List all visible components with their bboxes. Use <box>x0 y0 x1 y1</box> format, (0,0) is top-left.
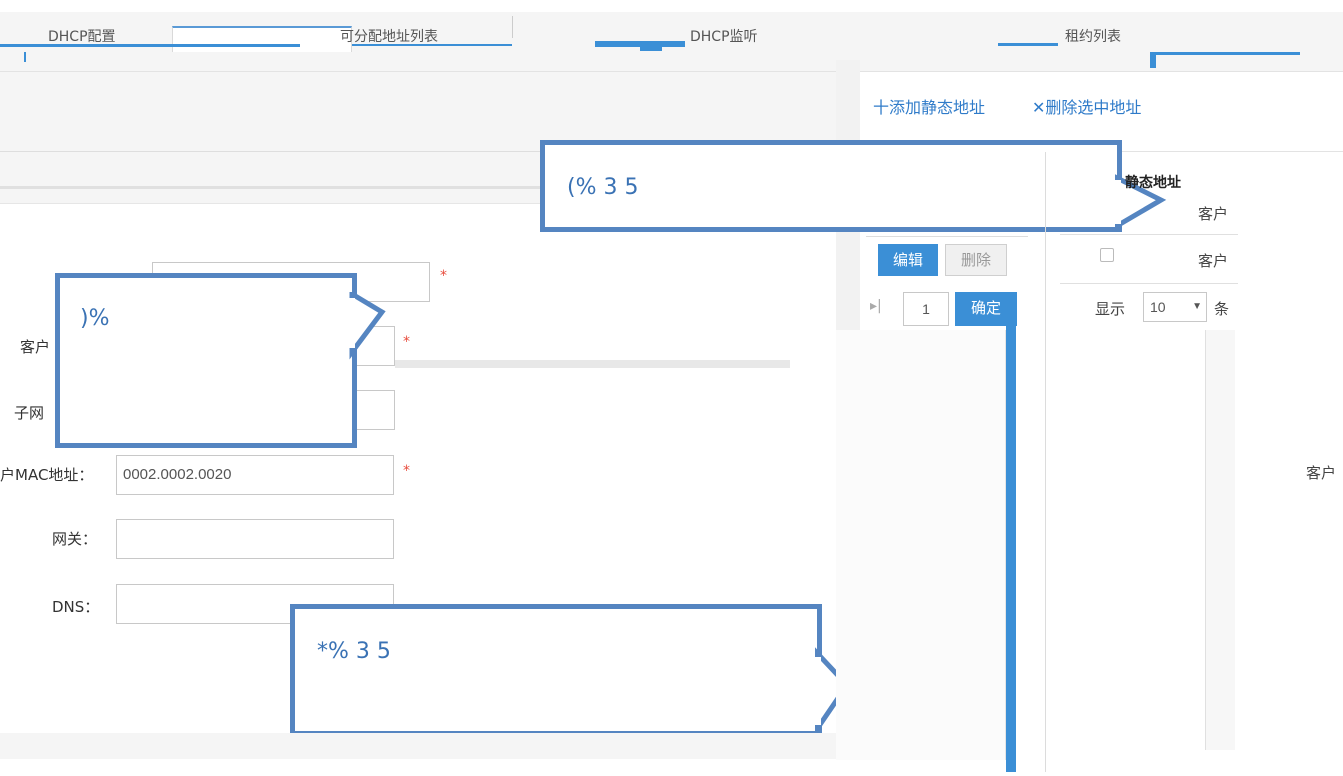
required-mark: * <box>403 463 410 479</box>
divider <box>866 236 1028 237</box>
mac-label: 户MAC地址： <box>0 466 94 484</box>
list-panel <box>836 330 1006 760</box>
add-static-address-link[interactable]: 十添加静态地址 <box>873 94 985 118</box>
glitch-line <box>395 360 790 368</box>
subnet-label: 子网 <box>14 404 45 422</box>
far-right-client-label: 客户 <box>1306 464 1337 482</box>
glitch-line <box>640 41 662 51</box>
edit-button[interactable]: 编辑 <box>878 244 938 276</box>
callout-box: )% <box>55 273 357 448</box>
dns-label: DNS： <box>52 598 100 616</box>
table-divider <box>1060 283 1240 284</box>
page-number-input[interactable]: 1 <box>903 292 949 326</box>
tab-dhcp-snooping[interactable]: DHCP监听 <box>690 26 758 52</box>
column-header-client: 客户 <box>1198 205 1229 223</box>
callout-box: *% 3 5 <box>290 604 822 736</box>
table-divider <box>1060 234 1240 235</box>
row-client-cell: 客户 <box>1198 252 1229 270</box>
footer-band <box>0 733 836 759</box>
show-label: 显示 <box>1095 300 1126 318</box>
tab-lease-list[interactable]: 租约列表 <box>1065 26 1121 52</box>
tab-assignable-list[interactable]: 可分配地址列表 <box>340 26 438 52</box>
required-mark: * <box>403 334 410 350</box>
confirm-button[interactable]: 确定 <box>955 292 1017 326</box>
delete-button[interactable]: 删除 <box>945 244 1007 276</box>
subnet-input[interactable] <box>355 390 395 430</box>
glitch-line <box>1150 52 1156 68</box>
tab-dhcp-config[interactable]: DHCP配置 <box>48 26 116 52</box>
callout-text: )% <box>80 306 110 331</box>
right-gutter <box>1205 330 1235 750</box>
glitch-line <box>1150 52 1300 55</box>
mac-address-input[interactable]: 0002.0002.0020 <box>116 455 394 495</box>
callout-text: *% 3 5 <box>317 639 391 664</box>
delete-selected-link[interactable]: ✕删除选中地址 <box>1032 94 1141 118</box>
gateway-label: 网关： <box>52 530 98 548</box>
table-blank <box>1238 186 1343 351</box>
per-page-label: 条 <box>1214 300 1230 318</box>
page-size-select[interactable]: 10 ▼ <box>1143 292 1207 322</box>
glitch-line <box>998 43 1058 46</box>
panel-border <box>1045 152 1046 772</box>
gateway-input[interactable] <box>116 519 394 559</box>
client-label: 客户 <box>20 338 51 356</box>
callout-box: (% 3 5 <box>540 140 1122 232</box>
chevron-down-icon: ▼ <box>1192 301 1202 312</box>
required-mark: * <box>440 268 447 284</box>
glitch-line <box>352 44 512 46</box>
last-page-icon[interactable]: ▸| <box>870 298 882 314</box>
callout-pointer <box>348 292 386 360</box>
callout-text: (% 3 5 <box>567 175 639 200</box>
static-address-title: 静态地址 <box>1125 175 1181 191</box>
glitch-line <box>0 44 300 47</box>
tab-active[interactable] <box>172 26 352 52</box>
page-size-value: 10 <box>1150 299 1166 315</box>
scrollbar-thumb[interactable] <box>1006 326 1016 772</box>
glitch-line <box>0 186 540 189</box>
row-checkbox[interactable] <box>1100 248 1114 262</box>
tab-divider <box>512 16 513 38</box>
glitch-line <box>24 52 26 62</box>
